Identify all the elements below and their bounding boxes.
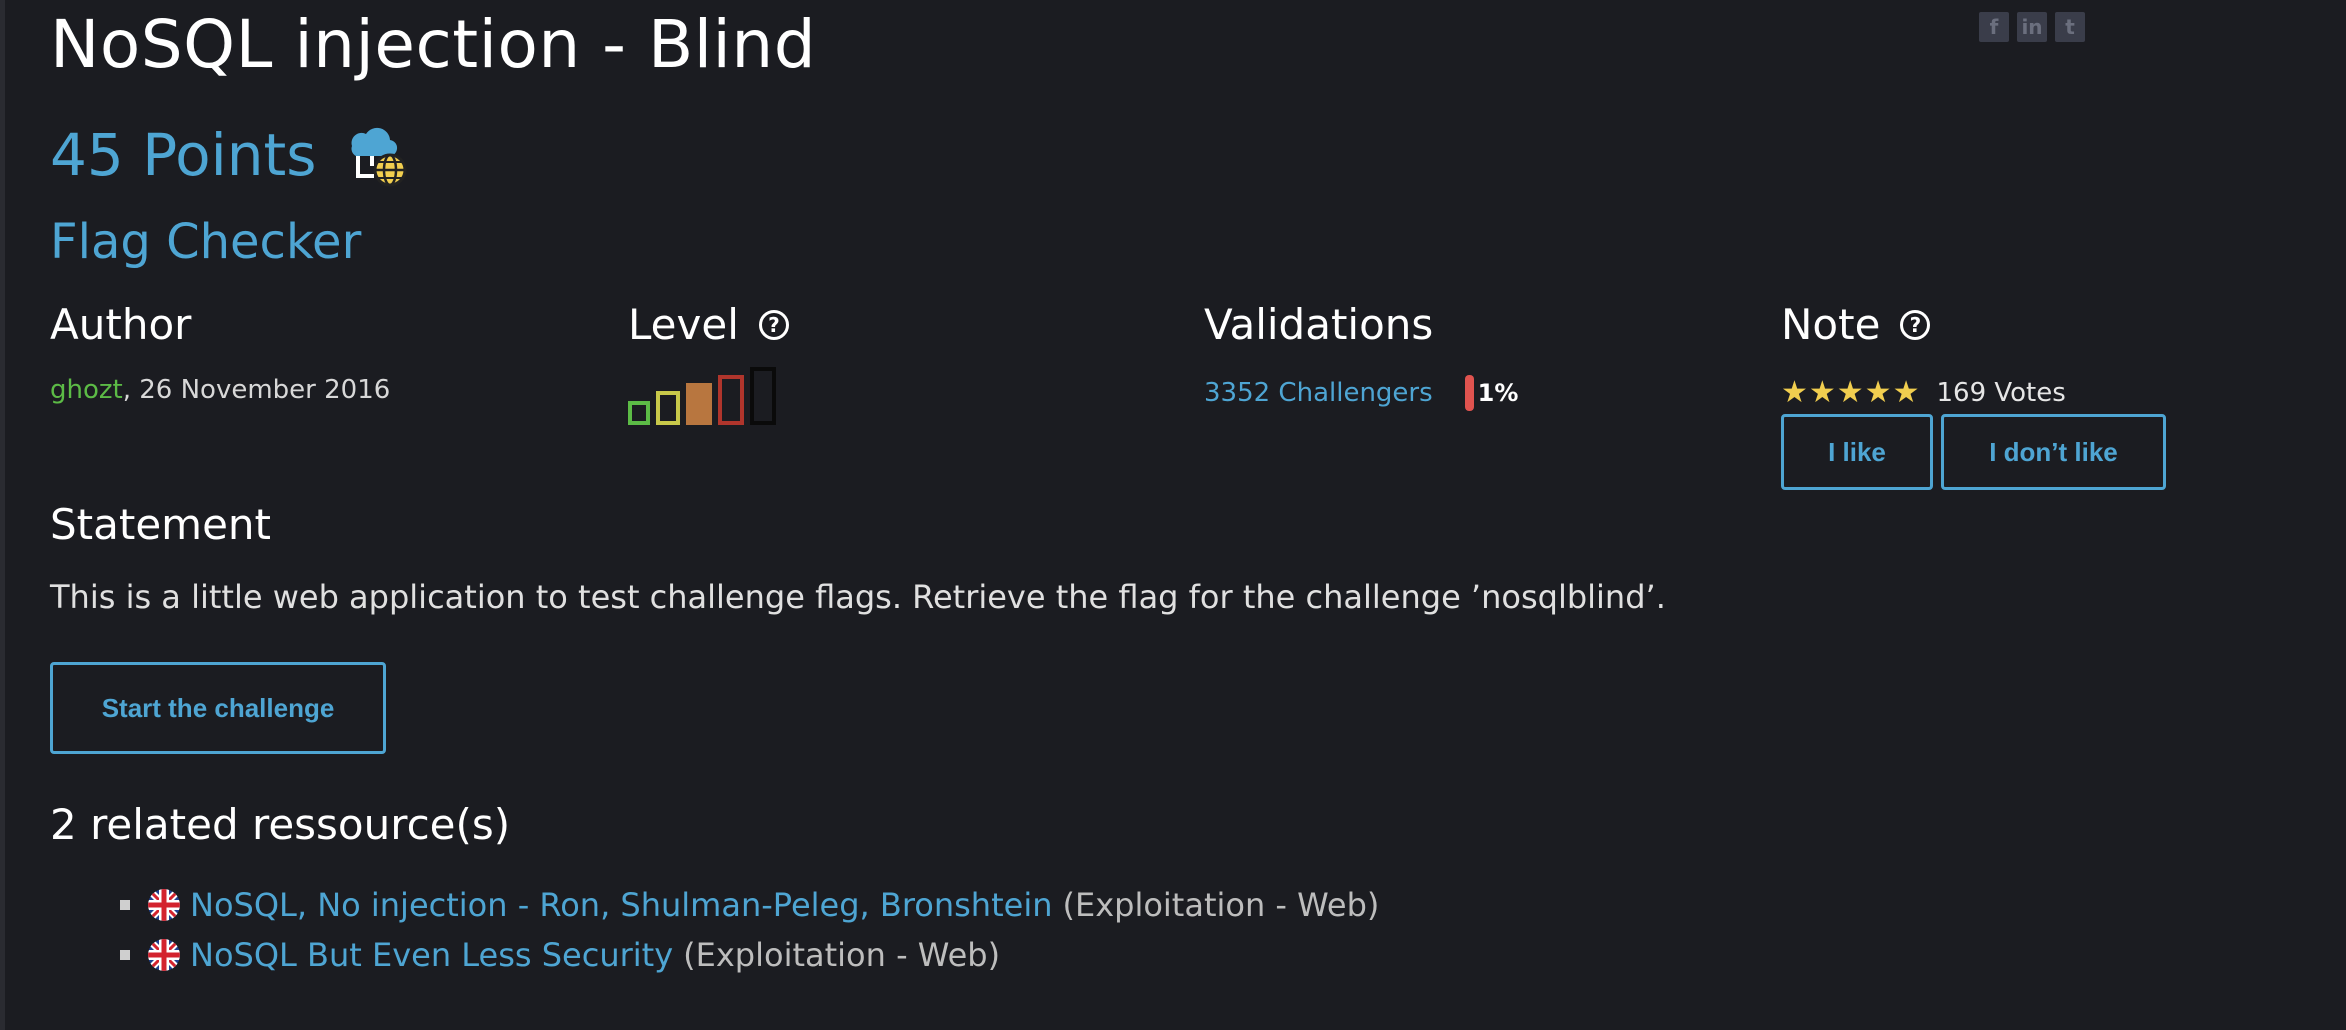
success-rate-bar bbox=[1464, 375, 1474, 411]
rating-line: ★★★★★ 169 Votes bbox=[1781, 375, 2166, 410]
start-challenge-button[interactable]: Start the challenge bbox=[50, 662, 386, 754]
list-item: NoSQL, No injection - Ron, Shulman-Peleg… bbox=[120, 880, 1379, 930]
level-help-icon[interactable]: ? bbox=[758, 309, 789, 340]
resource-link[interactable]: NoSQL, No injection - Ron, Shulman-Peleg… bbox=[190, 886, 1052, 924]
statement-text: This is a little web application to test… bbox=[50, 578, 1666, 616]
resources-list: NoSQL, No injection - Ron, Shulman-Peleg… bbox=[120, 880, 1379, 980]
validations-section: Validations 3352 Challengers 1% bbox=[1204, 300, 1518, 411]
note-heading: Note ? bbox=[1781, 300, 2166, 349]
level-bar-2 bbox=[656, 391, 680, 425]
challenge-subtitle[interactable]: Flag Checker bbox=[50, 214, 361, 270]
publish-date: , 26 November 2016 bbox=[122, 375, 391, 405]
vote-count: 169 Votes bbox=[1936, 377, 2066, 408]
level-section: Level ? bbox=[628, 300, 789, 425]
share-links: f in t bbox=[1979, 12, 2085, 42]
page-title: NoSQL injection - Blind bbox=[50, 6, 817, 83]
note-heading-label: Note bbox=[1781, 300, 1881, 349]
statement-heading: Statement bbox=[50, 500, 272, 549]
resource-category: (Exploitation - Web) bbox=[683, 936, 1001, 974]
level-bar-1 bbox=[628, 401, 650, 425]
author-line: ghozt, 26 November 2016 bbox=[50, 375, 390, 405]
twitter-icon[interactable]: t bbox=[2055, 12, 2085, 42]
page-edge bbox=[0, 0, 5, 1030]
success-rate: 1% bbox=[1477, 379, 1519, 407]
bullet-icon bbox=[120, 950, 130, 960]
validations-line: 3352 Challengers 1% bbox=[1204, 375, 1518, 411]
author-section: Author ghozt, 26 November 2016 bbox=[50, 300, 390, 405]
uk-flag-icon bbox=[148, 939, 180, 971]
author-name-link[interactable]: ghozt bbox=[50, 375, 123, 405]
web-server-icon[interactable] bbox=[342, 120, 412, 190]
level-bar-4 bbox=[718, 375, 744, 425]
dislike-button[interactable]: I don’t like bbox=[1941, 414, 2166, 490]
resource-link[interactable]: NoSQL But Even Less Security bbox=[190, 936, 673, 974]
like-button[interactable]: I like bbox=[1781, 414, 1933, 490]
level-heading-label: Level bbox=[628, 300, 739, 349]
author-heading: Author bbox=[50, 300, 192, 349]
note-help-icon[interactable]: ? bbox=[1900, 309, 1931, 340]
facebook-icon[interactable]: f bbox=[1979, 12, 2009, 42]
challenge-points: 45 Points bbox=[50, 120, 412, 190]
challengers-link[interactable]: 3352 Challengers bbox=[1204, 378, 1433, 408]
level-bar-3 bbox=[686, 383, 712, 425]
note-section: Note ? ★★★★★ 169 Votes I like I don’t li… bbox=[1781, 300, 2166, 490]
linkedin-icon[interactable]: in bbox=[2017, 12, 2047, 42]
vote-buttons: I like I don’t like bbox=[1781, 414, 2166, 490]
uk-flag-icon bbox=[148, 889, 180, 921]
level-bar-5 bbox=[750, 367, 776, 425]
resource-category: (Exploitation - Web) bbox=[1062, 886, 1380, 924]
level-heading: Level ? bbox=[628, 300, 789, 349]
difficulty-bars[interactable] bbox=[628, 367, 789, 425]
bullet-icon bbox=[120, 900, 130, 910]
star-rating-icon: ★★★★★ bbox=[1781, 375, 1921, 410]
points-label: 45 Points bbox=[50, 121, 317, 189]
resources-heading: 2 related ressource(s) bbox=[50, 800, 511, 849]
list-item: NoSQL But Even Less Security (Exploitati… bbox=[120, 930, 1379, 980]
validations-heading: Validations bbox=[1204, 300, 1434, 349]
